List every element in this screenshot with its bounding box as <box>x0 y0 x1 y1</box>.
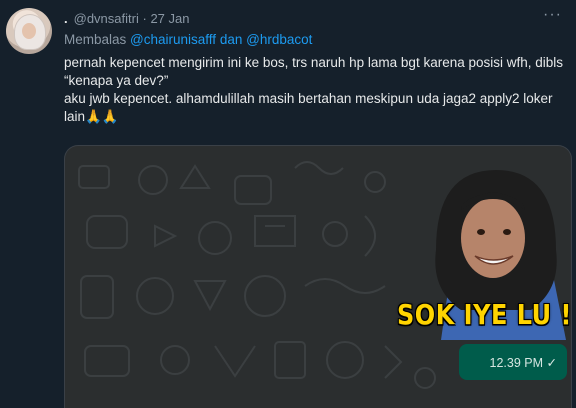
avatar-face <box>22 23 36 39</box>
reply-joiner[interactable]: dan <box>220 32 243 47</box>
tweet-header: . @dvnsafitri · 27 Jan <box>64 11 189 26</box>
header-separator: · <box>142 11 147 26</box>
chat-message-bubble: 12.39 PM ✓ <box>459 344 567 380</box>
avatar[interactable] <box>6 8 52 54</box>
tweet-text-line: aku jwb kepencet. alhamdulillah masih be… <box>64 90 564 126</box>
praying-hands-emoji: 🙏🙏 <box>85 109 119 124</box>
message-time-text: 12.39 PM <box>489 356 544 370</box>
reply-prefix: Membalas <box>64 32 127 47</box>
tweet-text-segment: aku jwb kepencet. alhamdulillah masih be… <box>64 91 553 124</box>
tweet-media-image[interactable]: SOK IYE LU !!! 12.39 PM ✓ <box>64 145 572 408</box>
sticker-caption: SOK IYE LU !!! <box>397 298 572 332</box>
tweet-text: pernah kepencet mengirim ini ke bos, trs… <box>64 54 564 126</box>
more-options-icon[interactable]: ··· <box>543 6 562 24</box>
reply-mention-link[interactable]: @chairunisafff <box>130 32 216 47</box>
display-name[interactable]: . <box>64 11 68 26</box>
reply-context: Membalas @chairunisafff dan @hrdbacot <box>64 32 312 47</box>
reply-mention-link[interactable]: @hrdbacot <box>246 32 312 47</box>
tweet-date[interactable]: 27 Jan <box>150 11 189 26</box>
user-handle[interactable]: @dvnsafitri <box>74 11 139 26</box>
check-icon: ✓ <box>546 356 557 370</box>
message-time: 12.39 PM ✓ <box>490 355 557 370</box>
tweet-text-line: pernah kepencet mengirim ini ke bos, trs… <box>64 55 564 88</box>
